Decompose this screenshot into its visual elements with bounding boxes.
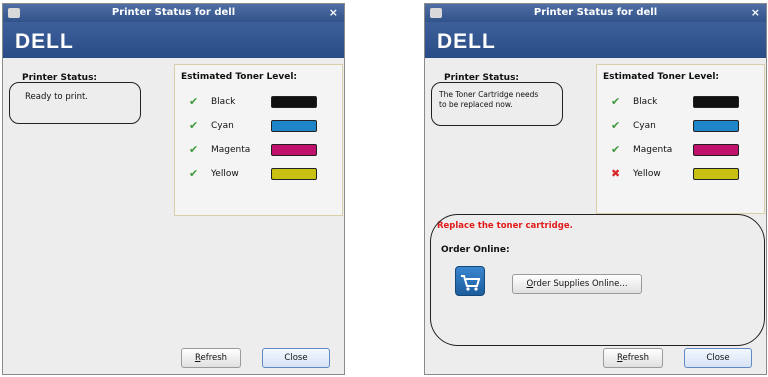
- toner-level-label: Estimated Toner Level:: [603, 72, 720, 82]
- toner-bar-black: [271, 96, 317, 108]
- toner-row-magenta: ✔ Magenta: [611, 143, 761, 157]
- printer-status-text-line2: to be replaced now.: [439, 100, 513, 109]
- toner-row-yellow: ✖ Yellow: [611, 167, 761, 181]
- refresh-button[interactable]: Refresh: [181, 348, 241, 368]
- toner-row-cyan: ✔ Cyan: [189, 119, 339, 133]
- printer-status-window-replace: Printer Status for dell × DELL Printer S…: [424, 3, 767, 375]
- title-bar: Printer Status for dell ×: [425, 4, 766, 22]
- toner-row-black: ✔ Black: [611, 95, 761, 109]
- toner-bar-magenta: [693, 144, 739, 156]
- close-button[interactable]: Close: [262, 348, 330, 368]
- check-icon: ✔: [611, 119, 621, 132]
- toner-bar-cyan: [271, 120, 317, 132]
- printer-status-text: Ready to print.: [25, 92, 88, 102]
- check-icon: ✔: [189, 167, 199, 180]
- toner-level-label: Estimated Toner Level:: [181, 72, 298, 82]
- close-button[interactable]: Close: [684, 348, 752, 368]
- toner-row-black: ✔ Black: [189, 95, 339, 109]
- toner-name: Yellow: [633, 169, 661, 179]
- dell-logo: DELL: [15, 30, 74, 53]
- title-bar: Printer Status for dell ×: [3, 4, 344, 22]
- toner-bar-black: [693, 96, 739, 108]
- window-close-icon[interactable]: ×: [751, 6, 760, 19]
- dell-logo: DELL: [437, 30, 496, 53]
- order-button-label: rder Supplies Online...: [533, 279, 628, 289]
- toner-bar-yellow: [271, 168, 317, 180]
- refresh-button[interactable]: Refresh: [603, 348, 663, 368]
- toner-bar-magenta: [271, 144, 317, 156]
- toner-name: Cyan: [633, 121, 656, 131]
- dell-banner: DELL: [425, 22, 766, 58]
- toner-name: Magenta: [211, 145, 251, 155]
- printer-status-text-line1: The Toner Cartridge needs: [439, 90, 539, 99]
- toner-name: Cyan: [211, 121, 234, 131]
- error-icon: ✖: [611, 167, 621, 180]
- toner-panel: Estimated Toner Level: ✔ Black ✔ Cyan ✔ …: [174, 64, 343, 216]
- toner-row-yellow: ✔ Yellow: [189, 167, 339, 181]
- check-icon: ✔: [611, 95, 621, 108]
- status-highlight-oval: [9, 82, 141, 124]
- refresh-label: efresh: [200, 353, 228, 363]
- check-icon: ✔: [189, 95, 199, 108]
- check-icon: ✔: [611, 143, 621, 156]
- window-title: Printer Status for dell: [111, 7, 236, 18]
- check-icon: ✔: [189, 119, 199, 132]
- toner-row-cyan: ✔ Cyan: [611, 119, 761, 133]
- toner-name: Black: [633, 97, 658, 107]
- window-close-icon[interactable]: ×: [329, 6, 338, 19]
- toner-bar-yellow: [693, 168, 739, 180]
- window-title: Printer Status for dell: [533, 7, 658, 18]
- order-online-label: Order Online:: [441, 245, 510, 255]
- order-supplies-button[interactable]: Order Supplies Online...: [512, 274, 642, 294]
- check-icon: ✔: [189, 143, 199, 156]
- cart-icon: [461, 275, 481, 291]
- toner-panel: Estimated Toner Level: ✔ Black ✔ Cyan ✔ …: [596, 64, 765, 214]
- cart-icon[interactable]: [455, 266, 485, 296]
- toner-name: Black: [211, 97, 236, 107]
- refresh-label: efresh: [622, 353, 650, 363]
- dell-banner: DELL: [3, 22, 344, 58]
- toner-name: Magenta: [633, 145, 673, 155]
- toner-bar-cyan: [693, 120, 739, 132]
- toner-name: Yellow: [211, 169, 239, 179]
- printer-status-window-ready: Printer Status for dell × DELL Printer S…: [2, 3, 345, 375]
- toner-row-magenta: ✔ Magenta: [189, 143, 339, 157]
